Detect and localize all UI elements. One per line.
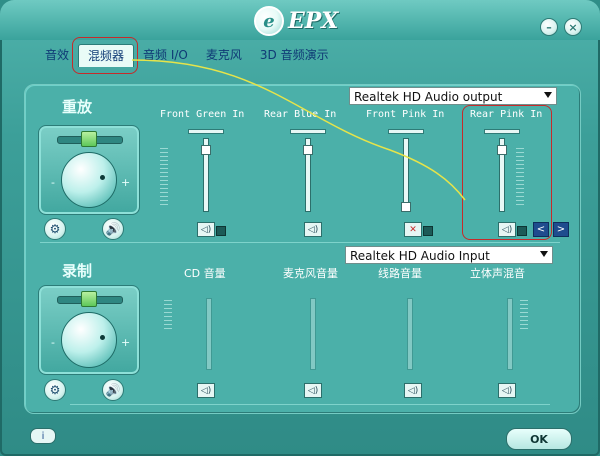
ok-button[interactable]: OK xyxy=(506,428,572,450)
annotation-curve xyxy=(131,59,466,201)
info-icon[interactable]: i xyxy=(30,428,56,444)
window: e EPX – × 音效 混频器 音频 I/O 麦克风 3D 音频演示 重放 -… xyxy=(0,0,600,456)
